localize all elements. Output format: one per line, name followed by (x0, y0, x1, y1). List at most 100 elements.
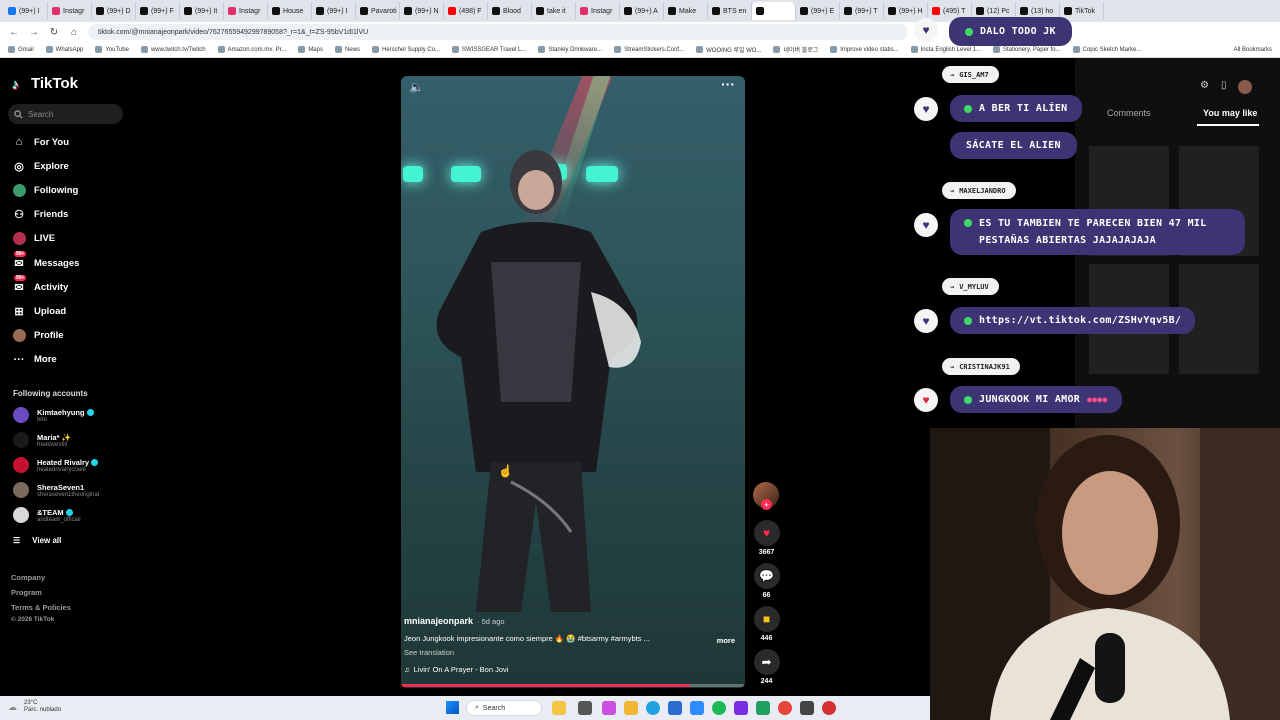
view-all-button[interactable]: ☰ View all (13, 536, 61, 545)
browser-tab[interactable]: (99+) D (92, 2, 136, 20)
follow-plus-icon[interactable]: + (761, 499, 772, 510)
tab-comments[interactable]: Comments (1107, 108, 1151, 118)
all-bookmarks[interactable]: All Bookmarks (1234, 47, 1280, 53)
copilot-icon[interactable] (602, 701, 616, 715)
bookmark-item[interactable]: Maps (298, 46, 323, 53)
following-account[interactable]: &TEAM andteam_official (13, 504, 133, 526)
url-field[interactable]: tiktok.com/@mnianajeonpark/video/7627655… (88, 24, 908, 40)
home-icon[interactable]: ⌂ (68, 26, 80, 38)
store-icon[interactable] (668, 701, 682, 715)
settings-icon[interactable]: ⚙ (1200, 80, 1209, 94)
footer-program[interactable]: Program (11, 588, 42, 597)
browser-tab[interactable]: Instagr (576, 2, 620, 20)
browser-tab[interactable]: (99+) H (884, 2, 928, 20)
forward-icon[interactable]: → (28, 26, 40, 38)
share-button[interactable]: ➦ 244 (753, 649, 780, 685)
tiktok-logo[interactable]: ♪ TikTok (12, 75, 78, 92)
browser-tab[interactable]: House (268, 2, 312, 20)
caption-more-button[interactable]: more (717, 636, 735, 645)
like-button[interactable]: ♥ 3667 (753, 520, 780, 556)
app-icon[interactable] (756, 701, 770, 715)
video-music[interactable]: ♫ Livin' On A Prayer - Bon Jovi (404, 665, 508, 674)
bookmark-item[interactable]: WhatsApp (45, 46, 83, 53)
bookmark-item[interactable]: Insta English Level 1... (910, 46, 981, 53)
footer-terms[interactable]: Terms & Policies (11, 603, 71, 612)
capcut-icon[interactable] (800, 701, 814, 715)
sidebar-item-for-you[interactable]: ⌂ For You (12, 132, 122, 152)
browser-tab[interactable]: (99+) I (4, 2, 48, 20)
device-icon[interactable]: ▯ (1221, 80, 1227, 94)
sidebar-item-following[interactable]: Following (12, 180, 122, 200)
obs-icon[interactable] (734, 701, 748, 715)
search-input[interactable]: Search (8, 104, 123, 124)
reload-icon[interactable]: ↻ (48, 26, 60, 38)
browser-tab[interactable]: Instagr (48, 2, 92, 20)
taskbar-search[interactable]: ⌕ Search (466, 700, 542, 716)
bookmark-item[interactable]: YouTube (95, 46, 129, 53)
browser-tab[interactable]: (99+) E (796, 2, 840, 20)
bookmark-item[interactable]: Stationery, Paper fo... (993, 46, 1061, 53)
sidebar-item-live[interactable]: LIVE (12, 229, 122, 249)
file-explorer-icon[interactable] (624, 701, 638, 715)
sidebar-item-explore[interactable]: ◎ Explore (12, 156, 122, 176)
chat-message-text[interactable]: https://vt.tiktok.com/ZSHvYqv5B/ (979, 312, 1181, 329)
sidebar-item-messages[interactable]: ✉ 99+ Messages (12, 251, 122, 273)
back-icon[interactable]: ← (8, 26, 20, 38)
comment-button[interactable]: 💬 66 (753, 563, 780, 599)
sidebar-item-upload[interactable]: ⊞ Upload (12, 301, 122, 321)
more-options-icon[interactable]: ··· (721, 76, 735, 92)
user-avatar[interactable] (1238, 80, 1253, 94)
browser-tab[interactable]: Instagr (224, 2, 268, 20)
bookmark-item[interactable]: Improve video statis... (830, 46, 899, 53)
bookmark-item[interactable]: Gmail (8, 46, 34, 53)
browser-tab[interactable]: Make (664, 2, 708, 20)
save-button[interactable]: ■ 446 (753, 606, 780, 642)
browser-tab[interactable]: take it (532, 2, 576, 20)
sidebar-item-more[interactable]: ··· More (12, 350, 122, 370)
browser-tab[interactable]: (99+) N (400, 2, 444, 20)
browser-tab[interactable]: (99+) A (620, 2, 664, 20)
widgets-icon[interactable] (552, 701, 566, 715)
browser-tab[interactable]: (99+) I (312, 2, 356, 20)
video-progress-bar[interactable] (401, 684, 745, 687)
bookmark-item[interactable]: Herschel Supply Co... (372, 46, 440, 53)
weather-widget[interactable]: 23°C Parc. nublado (24, 700, 61, 714)
sidebar-item-activity[interactable]: ✉ 99+ Activity (12, 275, 122, 297)
video-author[interactable]: mnianajeonpark (404, 616, 473, 626)
bookmark-item[interactable]: SWISSGEAR Travel L... (452, 46, 526, 53)
sidebar-item-friends[interactable]: ⚇ Friends (12, 205, 122, 225)
bookmark-item[interactable]: Copic Sketch Marke... (1072, 46, 1141, 53)
chrome-icon[interactable] (778, 701, 792, 715)
video-player[interactable]: 🔈 ··· mnianajeonpark · 5d ago Jeon Jungk… (401, 76, 745, 688)
browser-tab[interactable]: Blood (488, 2, 532, 20)
zoom-icon[interactable] (690, 701, 704, 715)
tab-you-may-like[interactable]: You may like (1203, 108, 1257, 118)
following-account[interactable]: Maria* ✨ freelovestill (13, 429, 133, 451)
bookmark-item[interactable]: WOOING 루일 WO... (696, 45, 761, 54)
browser-tab[interactable]: TikTok (1060, 2, 1104, 20)
edge-icon[interactable] (646, 701, 660, 715)
bookmark-item[interactable]: StreamStickers.Conf... (614, 46, 684, 53)
following-account[interactable]: SheraSeven1 sheraseven1theoriginal (13, 479, 133, 501)
volume-icon[interactable]: 🔈 (409, 80, 424, 94)
bookmark-item[interactable]: News (334, 46, 360, 53)
bookmark-item[interactable]: Stanley Drinkware... (538, 46, 602, 53)
sidebar-item-profile[interactable]: Profile (12, 326, 122, 346)
following-account[interactable]: Kimtaehyung tete (13, 404, 133, 426)
browser-tab[interactable]: Pavaroti (356, 2, 400, 20)
following-account[interactable]: Heated Rivalry heatedrivalrycrave (13, 454, 133, 476)
see-translation-link[interactable]: See translation (404, 648, 454, 657)
browser-tab[interactable]: (99+) F (136, 2, 180, 20)
bookmark-item[interactable]: www.twitch.tv/Twitch (140, 46, 206, 53)
bookmark-item[interactable]: Amazon.com.mx: Pr... (217, 46, 286, 53)
browser-tab[interactable]: (99+) T (840, 2, 884, 20)
bookmark-item[interactable]: 네이버 블로그 (773, 45, 818, 54)
browser-tab[interactable]: (99+) It (180, 2, 224, 20)
footer-company[interactable]: Company (11, 573, 45, 582)
windows-start-icon[interactable] (446, 701, 459, 714)
browser-tab[interactable]: (498) F (444, 2, 488, 20)
browser-tab[interactable]: BTS en (708, 2, 752, 20)
task-view-icon[interactable] (578, 701, 592, 715)
spotify-icon[interactable] (712, 701, 726, 715)
app-icon[interactable] (822, 701, 836, 715)
